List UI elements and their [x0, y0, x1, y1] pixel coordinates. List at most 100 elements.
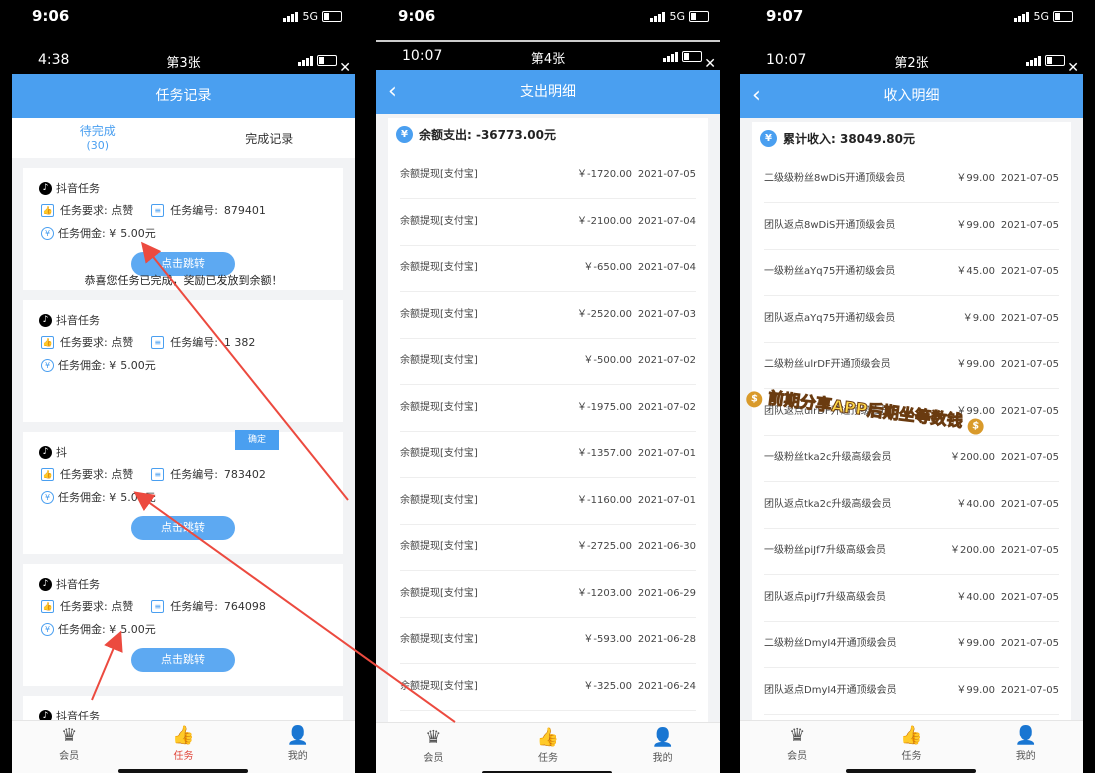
bottom-nav: ♛ 会员 👍 任务 👤 我的: [12, 720, 355, 773]
commission-amount: 5.00元: [120, 359, 156, 372]
battery-icon: [1045, 55, 1065, 66]
inner-status-bar: 10:07 第4张 ✕: [376, 42, 720, 72]
phone-screen: 10:07 第4张 ✕ ‹ 支出明细 ¥ 余额支出: -36773.00元 余额提现…: [376, 40, 720, 773]
jump-button-label: 点击跳转: [161, 257, 205, 270]
expense-detail-screenshot: 9:06 5G 10:07 第4张 ✕ ‹ 支出明细 ¥ 余额支出: -36773.…: [366, 0, 731, 773]
jump-button[interactable]: 点击跳转: [131, 648, 235, 672]
nav-task[interactable]: 👍 任务: [126, 721, 240, 773]
task-title: 抖音任务: [56, 182, 100, 195]
coin-icon: ¥: [41, 358, 54, 372]
tiktok-icon: ♪: [39, 313, 52, 327]
commission-amount: 5.00元: [120, 623, 156, 636]
thumbs-up-icon: 👍: [172, 725, 195, 746]
coin-icon: ¥: [41, 490, 54, 504]
nav-mine[interactable]: 👤 我的: [241, 721, 355, 773]
nav-mine[interactable]: 👤 我的: [969, 721, 1083, 773]
task-no: 1 382: [223, 335, 256, 349]
page-title: 支出明细: [520, 84, 576, 100]
list-item: 余额提现[支付宝] ￥-1160.00 2021-07-01: [400, 478, 696, 525]
item-date: 2021-07-01: [637, 494, 696, 506]
signal-icon: [283, 11, 299, 22]
nav-member[interactable]: ♛ 会员: [740, 721, 854, 773]
item-amount: ￥40.00: [956, 498, 995, 510]
tab-pending[interactable]: 待完成 (30): [12, 118, 184, 158]
tab-pending-count: (30): [86, 139, 110, 152]
nav-member[interactable]: ♛ 会员: [376, 723, 491, 773]
list-item: 一级粉丝piJf7升级高级会员 ￥200.00 2021-07-05: [764, 528, 1059, 575]
task-no: 879401: [223, 203, 266, 217]
item-amount: ￥-1720.00: [577, 169, 632, 180]
battery-icon: [689, 11, 709, 22]
item-date: 2021-07-04: [637, 215, 696, 227]
battery-icon: [317, 55, 337, 66]
item-amount: ￥40.00: [956, 591, 995, 603]
money-bag-icon: $: [745, 390, 764, 409]
jump-button[interactable]: 点击跳转: [131, 516, 235, 540]
item-name: 团队返点aYq75开通初级会员: [764, 312, 896, 324]
thumbs-up-icon: 👍: [41, 467, 54, 481]
list-item: 余额提现[支付宝] ￥-2520.00 2021-07-03: [400, 292, 696, 339]
page-header: ‹ 支出明细: [376, 70, 720, 114]
item-date: 2021-07-05: [1000, 684, 1059, 696]
nav-task-label: 任务: [538, 753, 558, 764]
item-amount: ￥99.00: [956, 638, 995, 649]
list-item: 余额提现[支付宝] ￥-1720.00 2021-07-05: [400, 152, 696, 199]
item-date: 2021-07-05: [637, 169, 696, 180]
battery-icon: [322, 11, 342, 22]
list-item: 余额提现[支付宝] ￥-1357.00 2021-07-01: [400, 431, 696, 478]
task-requirement: 任务要求: 点赞: [60, 600, 134, 613]
outer-time: 9:07: [766, 7, 804, 25]
item-date: 2021-07-05: [1000, 359, 1059, 370]
document-icon: ≡: [151, 467, 165, 481]
nav-member[interactable]: ♛ 会员: [12, 721, 126, 773]
outer-status-bar: 9:06 5G: [0, 0, 364, 34]
nav-mine[interactable]: 👤 我的: [605, 723, 720, 773]
network-label: 5G: [669, 10, 685, 23]
page-header: 任务记录: [12, 74, 355, 118]
nav-task[interactable]: 👍 任务: [854, 721, 968, 773]
nav-task[interactable]: 👍 任务: [491, 723, 606, 773]
bottom-nav: ♛ 会员 👍 任务 👤 我的: [740, 720, 1083, 773]
item-date: 2021-06-29: [637, 587, 696, 599]
money-bag-icon: $: [966, 417, 985, 436]
list-item: 余额提现[支付宝] ￥-650.00 2021-07-04: [400, 245, 696, 292]
task-no-label: 任务编号:: [170, 468, 218, 481]
tab-completed[interactable]: 完成记录: [184, 118, 356, 158]
tab-pending-label: 待完成: [79, 124, 116, 138]
page-title: 收入明细: [883, 88, 940, 104]
item-amount: ￥-325.00: [583, 680, 632, 692]
item-name: 一级粉丝tka2c升级高级会员: [764, 452, 892, 463]
item-date: 2021-07-05: [1000, 591, 1059, 603]
task-card: ♪ 抖音任务 👍 任务要求: 点赞 ≡ 任务编号: 764098 ¥ 任务佣金: ¥5.00…: [23, 564, 343, 686]
task-no-label: 任务编号:: [170, 204, 218, 217]
signal-icon: [650, 11, 666, 22]
item-date: 2021-07-05: [1000, 638, 1059, 649]
list-item: 一级粉丝tka2c升级高级会员 ￥200.00 2021-07-05: [764, 435, 1059, 482]
item-date: 2021-07-03: [637, 308, 696, 320]
list-item: 团队返点8wDiS开通顶级会员 ￥99.00 2021-07-05: [764, 203, 1059, 250]
item-date: 2021-07-05: [1000, 405, 1059, 417]
task-record-screenshot: 9:06 5G 4:38 第3张 ✕ 任务记录 待完成 (30) 完成记录 ♪ 抖音…: [0, 0, 364, 773]
item-amount: ￥-1203.00: [577, 587, 632, 599]
user-icon: 👤: [651, 727, 674, 748]
expense-list: ¥ 余额支出: -36773.00元 余额提现[支付宝] ￥-1720.00 2021…: [388, 118, 708, 723]
nav-task-label: 任务: [173, 751, 194, 762]
coin-icon: ¥: [41, 622, 54, 636]
confirm-button[interactable]: 确定: [235, 430, 279, 450]
item-date: 2021-07-04: [637, 262, 696, 273]
back-icon[interactable]: ‹: [388, 70, 397, 114]
signal-icon: [298, 55, 313, 66]
item-name: 团队返点piJf7升级高级会员: [764, 591, 886, 603]
task-title: 抖音任务: [56, 314, 100, 327]
income-detail-screenshot: 9:07 5G 10:07 第2张 ✕ ‹ 收入明细 ¥ 累计收入: 38049.8…: [734, 0, 1095, 773]
item-date: 2021-07-05: [1000, 545, 1059, 556]
commission-label: 任务佣金: ¥: [58, 359, 117, 372]
item-amount: ￥-2520.00: [577, 308, 632, 320]
crown-icon: ♛: [61, 725, 78, 746]
back-icon[interactable]: ‹: [752, 74, 761, 118]
task-tabs: 待完成 (30) 完成记录: [12, 118, 355, 158]
item-date: 2021-07-01: [637, 448, 696, 459]
home-indicator: [118, 769, 248, 773]
item-name: 二级粉丝DmyI4开通顶级会员: [764, 638, 897, 649]
item-date: 2021-06-28: [637, 634, 696, 645]
